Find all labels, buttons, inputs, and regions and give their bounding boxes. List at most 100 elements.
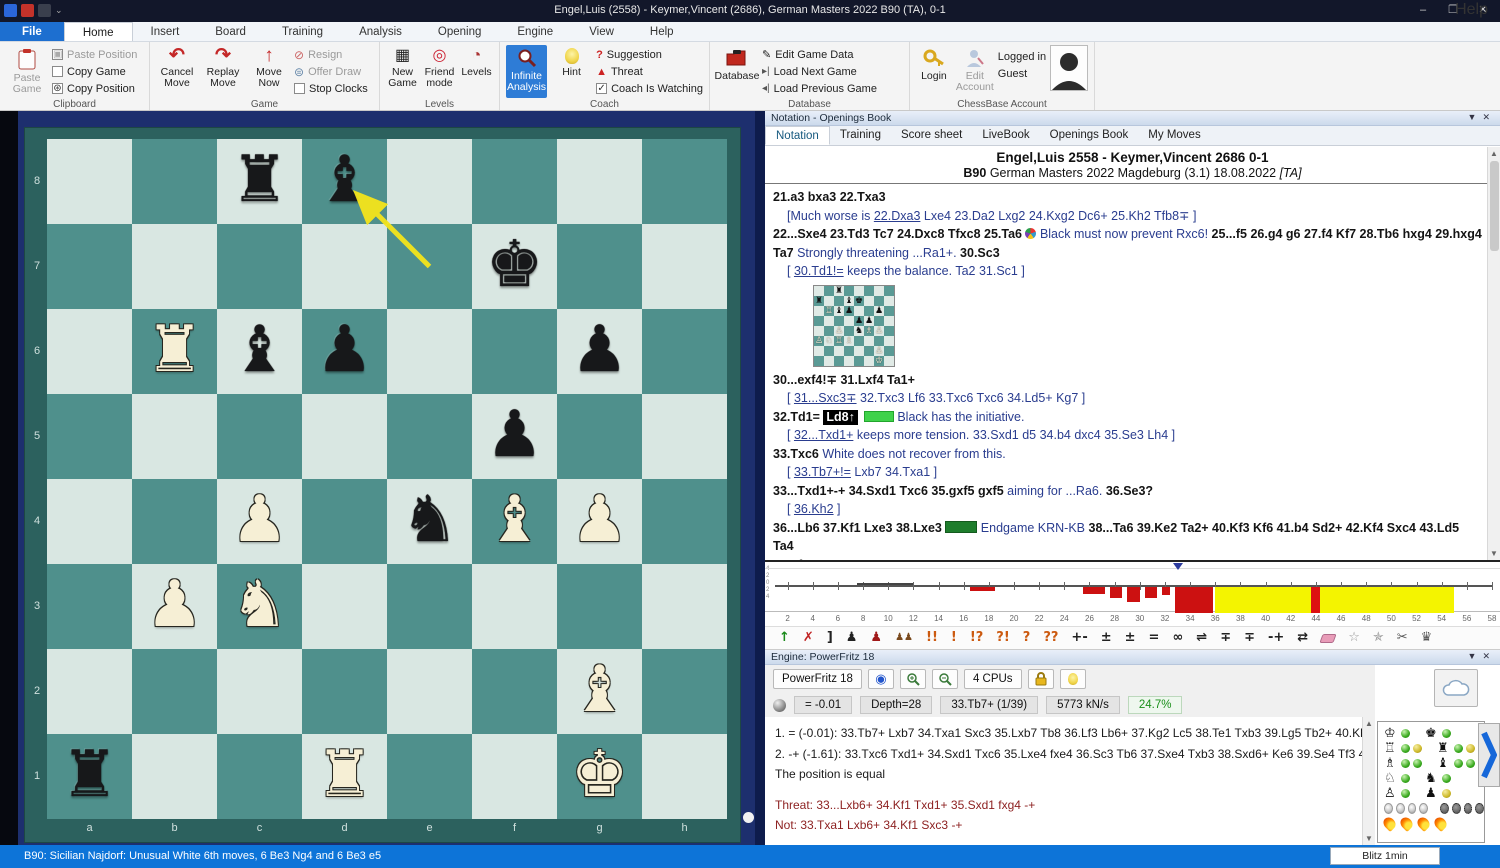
symbol-interesting-move[interactable]: !? xyxy=(970,628,983,648)
notation-tab-livebook[interactable]: LiveBook xyxy=(972,126,1039,145)
variation-line[interactable]: [ 30.Td1!= keeps the balance. Ta2 31.Sc1… xyxy=(773,262,1482,281)
white-piece-icon[interactable]: ♖ xyxy=(1384,742,1398,756)
login-button[interactable]: Login xyxy=(916,45,952,98)
square-c1[interactable] xyxy=(217,734,302,819)
square-f6[interactable] xyxy=(472,309,557,394)
edit-account-button[interactable]: Edit Account xyxy=(956,45,994,98)
move-text[interactable]: keeps more tension. 33.Sxd1 d5 34.b4 dxc… xyxy=(853,428,1175,442)
notation-tab-score-sheet[interactable]: Score sheet xyxy=(891,126,972,145)
black-piece-icon[interactable]: ♝ xyxy=(1437,757,1451,771)
database-button[interactable]: Database xyxy=(716,45,758,98)
load-next-game-item[interactable]: ▸|Load Next Game xyxy=(762,64,877,79)
square-b1[interactable] xyxy=(132,734,217,819)
white-knight-c3[interactable]: ♞ xyxy=(217,564,302,649)
symbol-compensation[interactable]: ⇌ xyxy=(1196,628,1207,648)
symbol-counterplay[interactable]: ⇄ xyxy=(1297,628,1308,648)
symbol-pawns-brown[interactable]: ♟♟ xyxy=(895,628,913,648)
move-text[interactable]: 32...Txd1+ xyxy=(794,428,853,442)
square-g5[interactable] xyxy=(557,394,642,479)
copy-position-item[interactable]: ⊛Copy Position xyxy=(52,81,137,96)
square-a5[interactable] xyxy=(47,394,132,479)
lock-button[interactable] xyxy=(1028,669,1054,689)
square-g7[interactable] xyxy=(557,224,642,309)
engine-scrollbar[interactable]: ▲ ▼ xyxy=(1362,717,1375,845)
black-pawn-d6[interactable]: ♟ xyxy=(302,309,387,394)
square-c7[interactable] xyxy=(217,224,302,309)
move-text[interactable]: 36...Lb6 37.Kf1 Lxe3 38.Lxe3 xyxy=(773,521,945,535)
symbol-black-slightly-better[interactable]: ∓ xyxy=(1220,628,1231,648)
mainline-move-line[interactable]: 36...Lb6 37.Kf1 Lxe3 38.Lxe3 Endgame KRN… xyxy=(773,519,1482,556)
engine-cloud-button[interactable] xyxy=(1434,669,1478,707)
square-a8[interactable] xyxy=(47,139,132,224)
engine-close-icon[interactable]: ✕ xyxy=(1482,651,1496,661)
symbol-equal[interactable]: = xyxy=(1149,628,1160,648)
scroll-down-icon[interactable]: ▼ xyxy=(1488,549,1500,558)
square-d5[interactable] xyxy=(302,394,387,479)
edit-game-data-item[interactable]: ✎Edit Game Data xyxy=(762,47,877,62)
symbol-unclear[interactable]: ∞ xyxy=(1172,628,1183,648)
square-b2[interactable] xyxy=(132,649,217,734)
move-text[interactable]: 30.Td1!= xyxy=(794,264,844,278)
move-text[interactable]: 30...exf4!∓ 31.Lxf4 Ta1+ xyxy=(773,373,915,387)
blitz-mode-box[interactable]: Blitz 1min xyxy=(1330,847,1440,865)
square-a6[interactable] xyxy=(47,309,132,394)
move-text[interactable]: Lxb7 34.Txa1 ] xyxy=(851,465,937,479)
move-text[interactable]: 25...f5 26.g4 g6 27.f4 Kf7 28.Tb6 hxg4 2… xyxy=(1208,227,1482,241)
menu-tab-file[interactable]: File xyxy=(0,22,64,41)
symbol-black-winning[interactable]: -+ xyxy=(1268,628,1284,648)
square-a3[interactable] xyxy=(47,564,132,649)
black-pawn-g6[interactable]: ♟ xyxy=(557,309,642,394)
paste-game-button[interactable]: Paste Game xyxy=(6,45,48,98)
move-text[interactable]: [ xyxy=(787,428,794,442)
scroll-down-icon[interactable]: ▼ xyxy=(1363,834,1375,843)
square-h5[interactable] xyxy=(642,394,727,479)
square-e1[interactable] xyxy=(387,734,472,819)
move-text[interactable]: 33...Txd1+-+ 34.Sxd1 Txc6 35.gxf5 gxf5 xyxy=(773,484,1007,498)
minimize-button[interactable]: – xyxy=(1408,0,1438,22)
stop-clocks-checkbox[interactable] xyxy=(294,83,305,94)
move-text[interactable]: [ xyxy=(787,465,794,479)
square-c2[interactable] xyxy=(217,649,302,734)
white-rook-b6[interactable]: ♜ xyxy=(132,309,217,394)
square-f1[interactable] xyxy=(472,734,557,819)
black-piece-icon[interactable]: ♟ xyxy=(1425,787,1439,801)
square-f2[interactable] xyxy=(472,649,557,734)
friend-mode-button[interactable]: ◎ Friend mode xyxy=(423,45,456,98)
square-b4[interactable] xyxy=(132,479,217,564)
black-pawn-f5[interactable]: ♟ xyxy=(472,394,557,479)
white-pawn-g4[interactable]: ♟ xyxy=(557,479,642,564)
move-text[interactable]: 22.Dxa3 xyxy=(874,209,921,223)
mainline-move-line[interactable]: 32.Td1= Ld8↑ Black has the initiative. xyxy=(773,408,1482,427)
square-h7[interactable] xyxy=(642,224,727,309)
levels-button[interactable]: ◔ Levels xyxy=(460,45,493,98)
threat-item[interactable]: ▲Threat xyxy=(596,64,703,79)
suggested-move-chip[interactable]: Ld8↑ xyxy=(823,410,857,425)
mainline-move-line[interactable]: 33...Txd1+-+ 34.Sxd1 Txc6 35.gxf5 gxf5 a… xyxy=(773,482,1482,501)
square-c5[interactable] xyxy=(217,394,302,479)
load-previous-game-item[interactable]: ◂|Load Previous Game xyxy=(762,81,877,96)
mainline-move-line[interactable]: 30...exf4!∓ 31.Lxf4 Ta1+ xyxy=(773,371,1482,390)
mainline-move-line[interactable]: 33.Txc6 White does not recover from this… xyxy=(773,445,1482,464)
white-piece-icon[interactable]: ♗ xyxy=(1384,757,1398,771)
variation-line[interactable]: [ 32...Txd1+ keeps more tension. 33.Sxd1… xyxy=(773,426,1482,445)
variation-line[interactable]: [Much worse is 22.Dxa3 Lxe4 23.Da2 Lxg2 … xyxy=(773,207,1482,226)
notation-tab-my-moves[interactable]: My Moves xyxy=(1138,126,1210,145)
symbol-queen[interactable]: ♛ xyxy=(1421,628,1433,648)
engine-panel-header[interactable]: Engine: PowerFritz 18 ▼✕ xyxy=(765,650,1500,665)
move-text[interactable]: Lxe4 23.Da2 Lxg2 24.Kxg2 Dc6+ 25.Kh2 Tfb… xyxy=(920,209,1196,223)
square-h2[interactable] xyxy=(642,649,727,734)
move-text[interactable]: 33.Txc6 xyxy=(773,447,822,461)
symbol-star[interactable]: ☆ xyxy=(1348,628,1360,648)
move-text[interactable]: 31...Sxc3∓ xyxy=(794,391,857,405)
symbol-arrow-up[interactable]: ↑ xyxy=(779,628,790,648)
square-b7[interactable] xyxy=(132,224,217,309)
scroll-up-icon[interactable]: ▲ xyxy=(1363,719,1375,728)
replay-move-button[interactable]: ↷ Replay Move xyxy=(202,45,244,98)
white-pawn-b3[interactable]: ♟ xyxy=(132,564,217,649)
symbol-white-better[interactable]: ± xyxy=(1101,628,1112,648)
square-d3[interactable] xyxy=(302,564,387,649)
engine-hint-button[interactable] xyxy=(1060,669,1086,689)
square-a2[interactable] xyxy=(47,649,132,734)
engine-collapse-icon[interactable]: ▼ xyxy=(1468,651,1483,661)
new-game-button[interactable]: ▦ New Game xyxy=(386,45,419,98)
